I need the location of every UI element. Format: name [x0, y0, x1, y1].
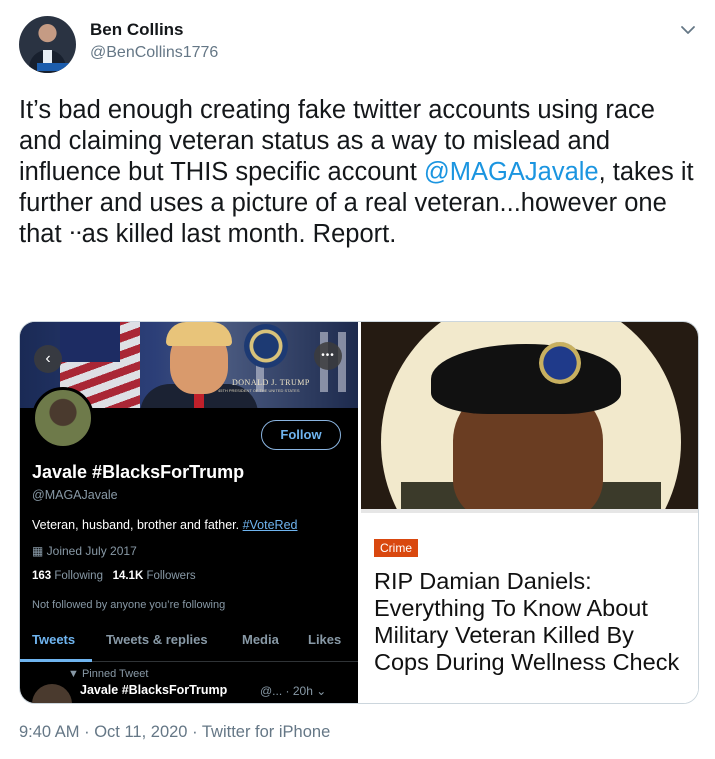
author-handle[interactable]: @BenCollins1776	[90, 44, 218, 62]
followers-label: Followers	[146, 570, 196, 582]
category-badge: Crime	[374, 539, 418, 557]
portrait-hair	[166, 322, 232, 346]
bio-text: Veteran, husband, brother and father.	[32, 518, 243, 532]
profile-avatar	[32, 387, 94, 449]
pinned-meta: @... · 20h ⌄	[260, 684, 326, 698]
calendar-icon: ▦	[32, 544, 47, 558]
tab-tweets-replies: Tweets & replies	[106, 632, 208, 647]
following-label: Following	[54, 570, 103, 582]
photo-beret	[431, 344, 621, 414]
active-tab-indicator	[20, 659, 92, 662]
tweet-text: It’s bad enough creating fake twitter ac…	[19, 95, 699, 250]
beret-flash	[539, 342, 581, 384]
chevron-down-icon: ⌄	[316, 684, 327, 698]
tweet-card: Ben Collins @BenCollins1776 It’s bad eno…	[0, 0, 715, 759]
flag-canton	[60, 322, 120, 362]
profile-display-name: Javale #BlacksForTrump	[32, 462, 245, 482]
tab-tweets: Tweets	[32, 632, 76, 647]
media-grid: DONALD J. TRUMP 45TH PRESIDENT OF THE UN…	[19, 321, 699, 704]
pinned-name: Javale #BlacksForTrump	[80, 683, 228, 697]
profile-tabs: Tweets Tweets & replies Media Likes	[20, 630, 358, 662]
pinned-avatar	[32, 684, 72, 703]
profile-screenshot-image[interactable]: DONALD J. TRUMP 45TH PRESIDENT OF THE UN…	[20, 322, 358, 703]
profile-bio: Veteran, husband, brother and father. #V…	[32, 518, 298, 532]
tweet-source[interactable]: Twitter for iPhone	[202, 723, 330, 741]
joined-text: Joined July 2017	[46, 544, 137, 558]
chevron-down-icon[interactable]	[678, 20, 698, 40]
follow-button: Follow	[261, 420, 341, 450]
profile-handle: @MAGAJavale	[32, 488, 118, 502]
presidential-seal	[244, 324, 288, 368]
pin-icon: ▼	[68, 668, 82, 680]
profile-joined: ▦ Joined July 2017	[32, 544, 137, 558]
profile-stats: 163 Following 14.1K Followers	[32, 570, 196, 582]
article-headline: RIP Damian Daniels: Everything To Know A…	[374, 568, 680, 675]
banner-subtext: 45TH PRESIDENT OF THE UNITED STATES	[218, 388, 300, 393]
following-count: 163	[32, 570, 52, 582]
author-name[interactable]: Ben Collins	[90, 20, 184, 40]
author-avatar[interactable]	[19, 16, 76, 73]
tweet-time[interactable]: 9:40 AM	[19, 723, 80, 741]
tweet-footer: 9:40 AM · Oct 11, 2020 · Twitter for iPh…	[19, 723, 331, 741]
followers-count: 14.1K	[112, 570, 144, 582]
more-icon: •••	[314, 342, 342, 370]
news-card-image[interactable]: Crime RIP Damian Daniels: Everything To …	[361, 322, 698, 703]
banner-text: DONALD J. TRUMP	[232, 378, 310, 387]
not-followed-note: Not followed by anyone you’re following	[32, 599, 226, 611]
pinned-text: Pinned Tweet	[81, 668, 149, 680]
mention-link[interactable]: @MAGAJavale	[424, 158, 599, 186]
avatar-banner	[37, 63, 71, 71]
bio-hashtag: #VoteRed	[242, 518, 298, 532]
pinned-label: ▼ Pinned Tweet	[68, 668, 148, 680]
article-block: Crime RIP Damian Daniels: Everything To …	[361, 509, 698, 703]
pinned-meta-text: @... · 20h	[260, 684, 313, 698]
tweet-date[interactable]: Oct 11, 2020	[94, 723, 187, 741]
soldier-photo	[361, 322, 698, 509]
tab-likes: Likes	[308, 632, 342, 647]
tab-media: Media	[242, 632, 279, 647]
back-arrow-icon: ‹	[34, 345, 62, 373]
